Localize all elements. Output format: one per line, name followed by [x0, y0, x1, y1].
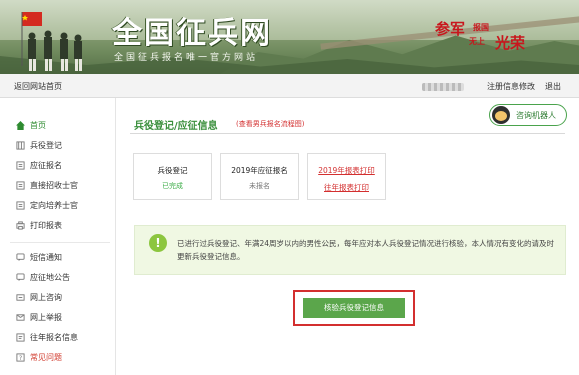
card-title: 2019年应征报名: [231, 166, 288, 175]
sidebar-item-label: 直接招收士官: [30, 180, 78, 190]
chat-icon: [16, 293, 25, 301]
sidebar-item-label: 应征地公告: [30, 272, 70, 282]
question-icon: ?: [16, 352, 25, 362]
message-icon: [16, 272, 25, 281]
sidebar-item-past-signup[interactable]: 往年报名信息: [16, 330, 78, 344]
sidebar-item-home[interactable]: 首页: [16, 118, 46, 132]
print-icon: [16, 220, 25, 230]
soldiers-image: [21, 12, 82, 71]
sidebar-item-label: 常见问题: [30, 352, 62, 362]
register-edit-link[interactable]: 注册信息修改: [487, 81, 535, 92]
card-print-reports: 2019年报表打印 往年报表打印: [307, 153, 386, 200]
page-title: 兵役登记/应征信息: [134, 121, 218, 132]
sidebar-item-faq[interactable]: ? 常见问题: [16, 350, 62, 364]
sidebar: 首页 兵役登记 应征报名 直接招收士官 定向培养士官 打印报表 短信通知 应征地…: [0, 98, 116, 375]
title-divider: [130, 133, 565, 134]
sidebar-item-directed-nco[interactable]: 定向培养士官: [16, 198, 78, 212]
card-status: 已完成: [162, 182, 183, 190]
svg-text:?: ?: [19, 355, 22, 362]
sidebar-item-label: 网上举报: [30, 312, 62, 322]
verify-military-register-button[interactable]: 核验兵役登记信息: [303, 298, 405, 318]
sidebar-item-label: 应征报名: [30, 160, 62, 170]
return-home-link[interactable]: 返回网站首页: [14, 81, 62, 92]
notice-text: 已进行过兵役登记、年满24周岁以内的男性公民，每年应对本人兵役登记情况进行核验，…: [177, 239, 555, 261]
flow-chart-link[interactable]: (查看男兵报名流程图): [236, 119, 304, 129]
top-navbar: 返回网站首页 注册信息修改 退出: [0, 74, 579, 98]
slogan-part2: 报国: [473, 23, 489, 32]
sidebar-item-label: 首页: [30, 120, 46, 130]
message-icon: [16, 252, 25, 261]
sidebar-item-label: 定向培养士官: [30, 200, 78, 210]
header-banner: 全国征兵网 全国征兵报名唯一官方网站 参军 报国 无上 光荣: [0, 0, 579, 74]
sidebar-item-online-consult[interactable]: 网上咨询: [16, 290, 62, 304]
robot-avatar-icon: [492, 106, 510, 124]
sidebar-item-direct-nco[interactable]: 直接招收士官: [16, 178, 78, 192]
print-2019-report-link[interactable]: 2019年报表打印: [308, 165, 385, 176]
form-icon: [16, 160, 25, 170]
sidebar-item-label: 打印报表: [30, 220, 62, 230]
consult-robot-button[interactable]: 咨询机器人: [489, 104, 567, 126]
slogan-part3: 无上: [469, 37, 485, 46]
sidebar-item-military-register[interactable]: 兵役登记: [16, 138, 62, 152]
verify-highlight-frame: 核验兵役登记信息: [293, 290, 415, 326]
username-redacted: [422, 83, 464, 91]
sidebar-item-enlist-signup[interactable]: 应征报名: [16, 158, 62, 172]
form-icon: [16, 200, 25, 210]
card-enlist-signup: 2019年应征报名 未报名: [220, 153, 299, 200]
card-military-register: 兵役登记 已完成: [133, 153, 212, 200]
home-icon: [16, 120, 25, 130]
slogan-part1: 参军: [435, 20, 466, 38]
exclamation-icon: !: [149, 234, 167, 252]
card-status: 未报名: [249, 182, 270, 190]
consult-robot-label: 咨询机器人: [516, 110, 556, 120]
sidebar-item-label: 往年报名信息: [30, 332, 78, 342]
sidebar-item-label: 网上咨询: [30, 292, 62, 302]
logout-link[interactable]: 退出: [545, 81, 561, 92]
history-icon: [16, 332, 25, 342]
form-icon: [16, 180, 25, 190]
sidebar-item-label: 短信通知: [30, 252, 62, 262]
sidebar-item-region-announcement[interactable]: 应征地公告: [16, 270, 70, 284]
site-logo-title: 全国征兵网: [112, 16, 272, 51]
sidebar-divider: [10, 242, 110, 243]
sidebar-item-label: 兵役登记: [30, 140, 62, 150]
sidebar-item-print-report[interactable]: 打印报表: [16, 218, 62, 232]
report-icon: [16, 313, 25, 321]
site-logo-subtitle: 全国征兵报名唯一官方网站: [114, 53, 259, 63]
sidebar-item-online-report[interactable]: 网上举报: [16, 310, 62, 324]
print-past-reports-link[interactable]: 往年报表打印: [308, 182, 385, 193]
notice-box: ! 已进行过兵役登记、年满24周岁以内的男性公民，每年应对本人兵役登记情况进行核…: [134, 225, 566, 275]
slogan: 参军 报国 无上 光荣: [435, 14, 555, 54]
slogan-part4: 光荣: [495, 34, 526, 52]
sidebar-item-sms-notice[interactable]: 短信通知: [16, 250, 62, 264]
register-icon: [16, 140, 25, 150]
card-title: 兵役登记: [157, 166, 188, 175]
